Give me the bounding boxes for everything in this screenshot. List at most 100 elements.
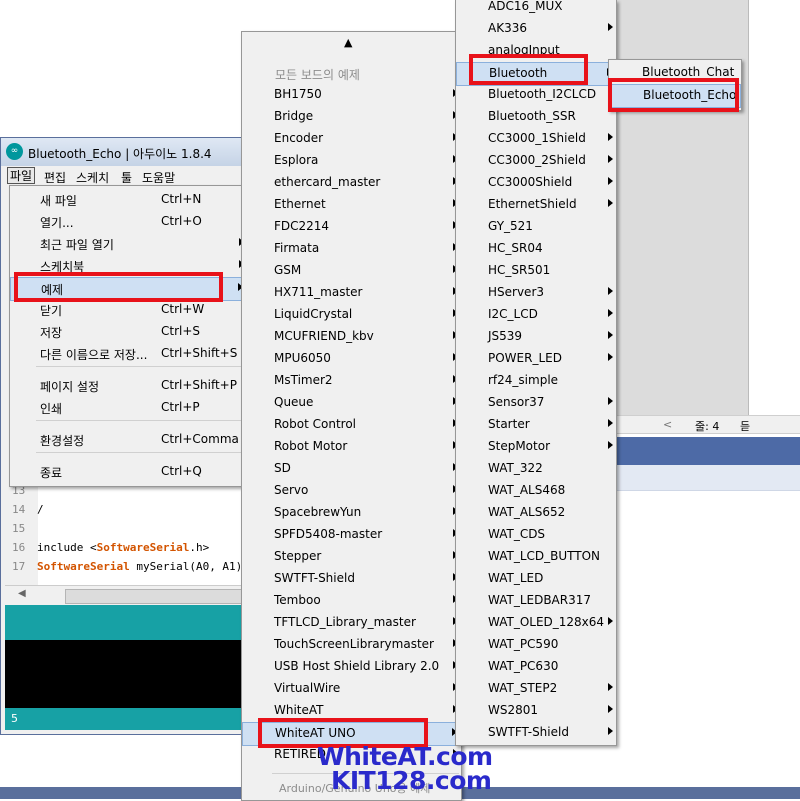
examples-item-spfd5408-master[interactable]: SPFD5408-master — [242, 524, 461, 546]
whiteat-item-wat-322[interactable]: WAT_322 — [456, 458, 616, 480]
submenu-arrow-icon — [608, 705, 613, 713]
file-menu-item-1[interactable]: 새 파일 Ctrl+N — [10, 189, 247, 211]
examples-item-encoder[interactable]: Encoder — [242, 128, 461, 150]
submenu-arrow-icon — [608, 397, 613, 405]
horizontal-scrollbar[interactable]: ◀ — [5, 585, 250, 605]
whiteat-item-power-led[interactable]: POWER_LED — [456, 348, 616, 370]
file-menu-item-3[interactable]: 최근 파일 열기 — [10, 233, 247, 255]
whiteat-item-cc3000shield[interactable]: CC3000Shield — [456, 172, 616, 194]
examples-item-esplora[interactable]: Esplora — [242, 150, 461, 172]
examples-item-firmata[interactable]: Firmata — [242, 238, 461, 260]
menu-item-label: 인쇄 — [40, 402, 63, 416]
whiteat-uno-submenu: ADC16_MUX AK336 analogInput Bluetooth Blueto… — [455, 0, 617, 746]
menu-tools[interactable]: 툴 — [121, 169, 132, 186]
whiteat-item-sensor37[interactable]: Sensor37 — [456, 392, 616, 414]
menu-item-label: ethercard_master — [274, 175, 381, 189]
examples-item-tftlcd-library-master[interactable]: TFTLCD_Library_master — [242, 612, 461, 634]
whiteat-item-js539[interactable]: JS539 — [456, 326, 616, 348]
whiteat-item-bluetooth-i2clcd[interactable]: Bluetooth_I2CLCD — [456, 84, 616, 106]
examples-item-hx711-master[interactable]: HX711_master — [242, 282, 461, 304]
whiteat-item-hc-sr501[interactable]: HC_SR501 — [456, 260, 616, 282]
arduino-logo-icon: ∞ — [6, 143, 23, 160]
whiteat-item-cc3000-2shield[interactable]: CC3000_2Shield — [456, 150, 616, 172]
whiteat-item-stepmotor[interactable]: StepMotor — [456, 436, 616, 458]
menu-item-label: BH1750 — [274, 87, 322, 101]
whiteat-item-wat-als652[interactable]: WAT_ALS652 — [456, 502, 616, 524]
menu-item-label: Sensor37 — [488, 395, 545, 409]
examples-item-robot-control[interactable]: Robot Control — [242, 414, 461, 436]
examples-item-bh1750[interactable]: BH1750 — [242, 84, 461, 106]
whiteat-item-ws2801[interactable]: WS2801 — [456, 700, 616, 722]
menu-item-shortcut: Ctrl+N — [161, 192, 202, 206]
submenu-arrow-icon — [608, 441, 613, 449]
menu-item-label: TouchScreenLibrarymaster — [274, 637, 434, 651]
file-menu-item-2[interactable]: 열기... Ctrl+O — [10, 211, 247, 233]
examples-item-mpu6050[interactable]: MPU6050 — [242, 348, 461, 370]
examples-item-virtualwire[interactable]: VirtualWire — [242, 678, 461, 700]
whiteat-item-wat-als468[interactable]: WAT_ALS468 — [456, 480, 616, 502]
menu-item-label: WAT_STEP2 — [488, 681, 558, 695]
examples-item-mstimer2[interactable]: MsTimer2 — [242, 370, 461, 392]
code-line[interactable]: / — [37, 503, 44, 516]
code-line[interactable]: SoftwareSerial mySerial(A0, A1); — [37, 560, 249, 573]
whiteat-item-cc3000-1shield[interactable]: CC3000_1Shield — [456, 128, 616, 150]
examples-item-usb-host-shield-library-2-0[interactable]: USB Host Shield Library 2.0 — [242, 656, 461, 678]
whiteat-item-wat-lcd-button[interactable]: WAT_LCD_BUTTON — [456, 546, 616, 568]
whiteat-item-swtft-shield[interactable]: SWTFT-Shield — [456, 722, 616, 744]
whiteat-item-wat-ledbar317[interactable]: WAT_LEDBAR317 — [456, 590, 616, 612]
examples-item-liquidcrystal[interactable]: LiquidCrystal — [242, 304, 461, 326]
file-menu-item-10[interactable]: 인쇄 Ctrl+P — [10, 397, 247, 419]
examples-item-bridge[interactable]: Bridge — [242, 106, 461, 128]
examples-item-spacebrewyun[interactable]: SpacebrewYun — [242, 502, 461, 524]
menu-item-label: WAT_322 — [488, 461, 543, 475]
whiteat-item-wat-pc630[interactable]: WAT_PC630 — [456, 656, 616, 678]
whiteat-item-gy-521[interactable]: GY_521 — [456, 216, 616, 238]
file-menu-item-12[interactable]: 종료 Ctrl+Q — [10, 461, 247, 483]
code-line[interactable]: include <SoftwareSerial.h> — [37, 541, 209, 554]
menu-help[interactable]: 도움말 — [142, 169, 175, 186]
line-number: 17 — [12, 560, 26, 573]
scroll-up-arrow-icon[interactable]: ▲ — [344, 36, 352, 49]
whiteat-item-wat-cds[interactable]: WAT_CDS — [456, 524, 616, 546]
whiteat-item-ak336[interactable]: AK336 — [456, 18, 616, 40]
whiteat-item-wat-pc590[interactable]: WAT_PC590 — [456, 634, 616, 656]
examples-item-ethercard-master[interactable]: ethercard_master — [242, 172, 461, 194]
file-menu-item-7[interactable]: 저장 Ctrl+S — [10, 321, 247, 343]
menu-item-label: CC3000_2Shield — [488, 153, 586, 167]
whiteat-item-bluetooth-ssr[interactable]: Bluetooth_SSR — [456, 106, 616, 128]
whiteat-item-hserver3[interactable]: HServer3 — [456, 282, 616, 304]
whiteat-item-i2c-lcd[interactable]: I2C_LCD — [456, 304, 616, 326]
scroll-left-arrow-icon[interactable]: ◀ — [18, 588, 26, 599]
examples-item-fdc2214[interactable]: FDC2214 — [242, 216, 461, 238]
whiteat-item-rf24-simple[interactable]: rf24_simple — [456, 370, 616, 392]
examples-item-swtft-shield[interactable]: SWTFT-Shield — [242, 568, 461, 590]
scrollbar-thumb[interactable] — [65, 589, 247, 604]
scroll-left-icon[interactable]: < — [663, 418, 672, 431]
whiteat-item-hc-sr04[interactable]: HC_SR04 — [456, 238, 616, 260]
examples-item-sd[interactable]: SD — [242, 458, 461, 480]
examples-item-touchscreenlibrarymaster[interactable]: TouchScreenLibrarymaster — [242, 634, 461, 656]
menu-file[interactable]: 파일 — [7, 167, 36, 184]
whiteat-item-adc16-mux[interactable]: ADC16_MUX — [456, 0, 616, 18]
examples-item-queue[interactable]: Queue — [242, 392, 461, 414]
file-menu-item-8[interactable]: 다른 이름으로 저장... Ctrl+Shift+S — [10, 343, 247, 365]
menu-separator — [36, 420, 245, 421]
whiteat-item-wat-led[interactable]: WAT_LED — [456, 568, 616, 590]
file-menu-item-6[interactable]: 닫기 Ctrl+W — [10, 299, 247, 321]
whiteat-item-starter[interactable]: Starter — [456, 414, 616, 436]
examples-item-stepper[interactable]: Stepper — [242, 546, 461, 568]
examples-item-servo[interactable]: Servo — [242, 480, 461, 502]
file-menu-item-11[interactable]: 환경설정 Ctrl+Comma — [10, 429, 247, 451]
examples-item-robot-motor[interactable]: Robot Motor — [242, 436, 461, 458]
whiteat-item-ethernetshield[interactable]: EthernetShield — [456, 194, 616, 216]
menu-edit[interactable]: 편집 — [44, 169, 66, 186]
menu-item-label: Bridge — [274, 109, 314, 123]
whiteat-item-wat-oled-128x64[interactable]: WAT_OLED_128x64 — [456, 612, 616, 634]
examples-item-ethernet[interactable]: Ethernet — [242, 194, 461, 216]
menu-sketch[interactable]: 스케치 — [76, 169, 109, 186]
whiteat-item-wat-step2[interactable]: WAT_STEP2 — [456, 678, 616, 700]
examples-item-temboo[interactable]: Temboo — [242, 590, 461, 612]
file-menu-item-9[interactable]: 페이지 설정 Ctrl+Shift+P — [10, 375, 247, 397]
examples-item-mcufriend-kbv[interactable]: MCUFRIEND_kbv — [242, 326, 461, 348]
examples-item-gsm[interactable]: GSM — [242, 260, 461, 282]
